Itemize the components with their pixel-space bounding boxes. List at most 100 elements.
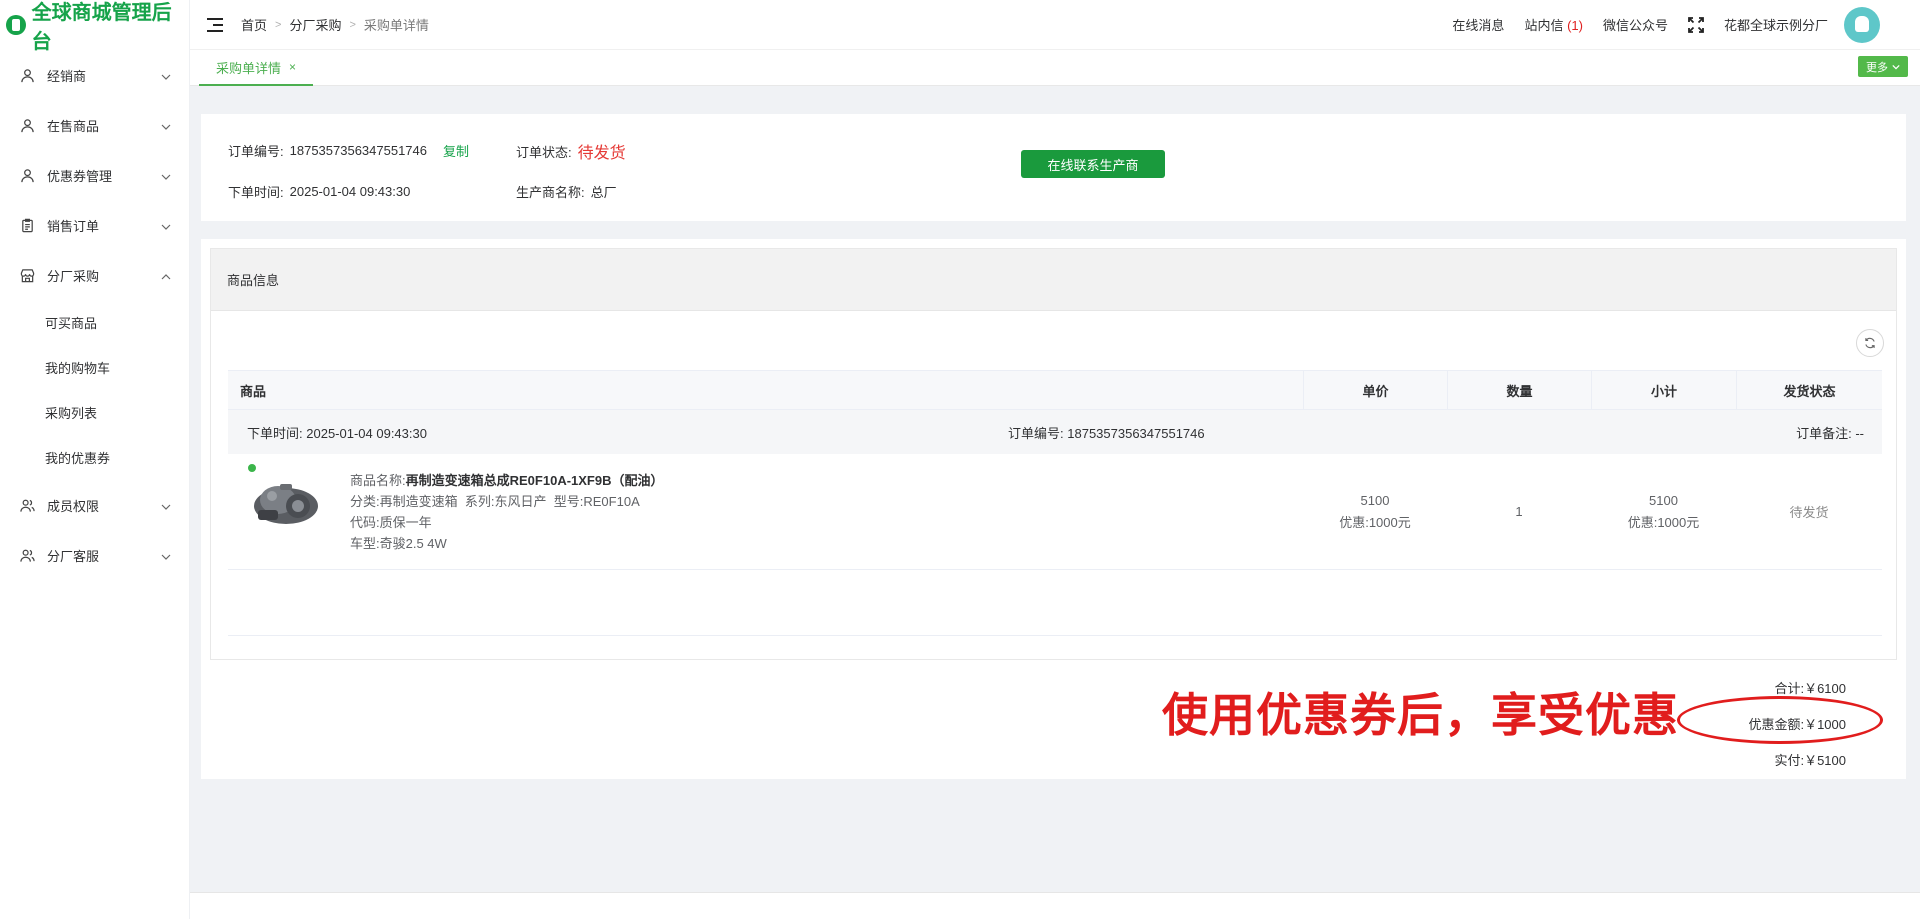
series-value: 东风日产 <box>494 494 547 509</box>
chevron-down-icon <box>161 550 171 560</box>
sidebar-item-label: 优惠券管理 <box>47 168 113 184</box>
maker-value: 总厂 <box>590 185 617 200</box>
sidebar-subitem-my-coupons[interactable]: 我的优惠券 <box>0 435 189 480</box>
tabs-bar: 采购单详情 × 更多 <box>190 50 1920 86</box>
menu-toggle-icon[interactable] <box>207 17 223 32</box>
order-time-row: 下单时间: 2025-01-04 09:43:30 <box>228 182 410 201</box>
user-icon <box>20 68 35 83</box>
online-message-link[interactable]: 在线消息 <box>1452 15 1504 34</box>
product-details: 商品名称:再制造变速箱总成RE0F10A-1XF9B（配油） 分类:再制造变速箱… <box>350 470 664 554</box>
order-status-value: 待发货 <box>577 145 626 162</box>
avatar[interactable] <box>1844 6 1880 43</box>
ship-status-cell: 待发货 <box>1736 454 1882 569</box>
fullscreen-icon[interactable] <box>1688 16 1704 33</box>
product-car-line: 车型:奇骏2.5 4W <box>350 533 664 554</box>
sidebar-item-coupon[interactable]: 优惠券管理 <box>0 150 189 200</box>
paid-amount: 实付:￥5100 <box>1774 753 1846 768</box>
product-code-line: 代码:质保一年 <box>350 512 664 533</box>
breadcrumb-branch-purchase[interactable]: 分厂采购 <box>289 15 341 34</box>
total-amount: 合计:￥6100 <box>1774 681 1846 696</box>
order-no-label: 订单编号: <box>228 144 284 159</box>
sidebar-item-label: 销售订单 <box>47 218 100 234</box>
table-header: 商品 单价 数量 小计 发货状态 <box>228 370 1882 410</box>
app-title: 全球商城管理后台 <box>31 2 172 53</box>
refresh-button[interactable] <box>1856 329 1884 357</box>
product-name-label: 商品名称: <box>350 473 406 488</box>
sidebar-item-on-sale[interactable]: 在售商品 <box>0 100 189 150</box>
chevron-down-icon <box>1892 63 1900 71</box>
ship-status: 待发货 <box>1789 505 1829 520</box>
column-header-price: 单价 <box>1303 371 1447 409</box>
sidebar-subitem-cart[interactable]: 我的购物车 <box>0 345 189 390</box>
order-status-row: 订单状态: 待发货 <box>516 139 626 163</box>
code-label: 代码: <box>350 515 380 530</box>
inbox-label: 站内信 <box>1524 18 1564 33</box>
refresh-icon <box>1864 337 1876 349</box>
column-header-qty: 数量 <box>1447 371 1591 409</box>
model-value: RE0F10A <box>583 494 640 509</box>
logo[interactable]: 全球商城管理后台 <box>0 0 189 53</box>
header-actions: 在线消息 站内信 (1) 微信公众号 花都全球示例分厂 <box>1432 6 1920 43</box>
top-header: 首页 > 分厂采购 > 采购单详情 在线消息 站内信 (1) 微信公众号 花都全… <box>190 0 1920 50</box>
column-header-subtotal: 小计 <box>1591 371 1736 409</box>
chevron-up-icon <box>161 270 171 280</box>
sidebar-item-service[interactable]: 分厂客服 <box>0 530 189 580</box>
product-name[interactable]: 再制造变速箱总成RE0F10A-1XF9B（配油） <box>406 473 664 488</box>
breadcrumb-separator-icon: > <box>275 18 282 31</box>
table-row: 商品名称:再制造变速箱总成RE0F10A-1XF9B（配油） 分类:再制造变速箱… <box>228 454 1882 570</box>
sidebar-menu: 经销商 在售商品 优惠券管理 销售订单 分厂采购 可买商品 我的购物车 采购列表 <box>0 50 189 580</box>
order-group-row: 下单时间: 2025-01-04 09:43:30 订单编号: 18753573… <box>228 410 1882 454</box>
group-order-no: 订单编号: 1875357356347551746 <box>1008 423 1205 442</box>
order-time-value: 2025-01-04 09:43:30 <box>289 184 411 199</box>
subtotal-cell: 5100 优惠:1000元 <box>1591 454 1736 569</box>
user-name[interactable]: 花都全球示例分厂 <box>1724 15 1828 34</box>
contact-maker-button[interactable]: 在线联系生产商 <box>1021 150 1165 178</box>
users-icon <box>20 548 35 563</box>
breadcrumb-home[interactable]: 首页 <box>241 15 267 34</box>
car-value: 奇骏2.5 4W <box>379 536 447 551</box>
users-icon <box>20 498 35 513</box>
inbox-link[interactable]: 站内信 (1) <box>1524 15 1583 34</box>
sidebar: 全球商城管理后台 经销商 在售商品 优惠券管理 销售订单 分厂采购 可买商品 我… <box>0 0 190 919</box>
chevron-down-icon <box>161 500 171 510</box>
sidebar-item-label: 在售商品 <box>47 118 100 134</box>
order-status-label: 订单状态: <box>516 144 572 160</box>
sidebar-subitem-purchase-list[interactable]: 采购列表 <box>0 390 189 435</box>
more-label: 更多 <box>1866 61 1888 74</box>
model-label: 型号: <box>553 494 584 509</box>
unit-discount: 优惠:1000元 <box>1339 514 1411 530</box>
wechat-link[interactable]: 微信公众号 <box>1603 15 1668 34</box>
car-label: 车型: <box>350 536 380 551</box>
sidebar-item-sales-order[interactable]: 销售订单 <box>0 200 189 250</box>
tab-purchase-detail[interactable]: 采购单详情 × <box>199 50 314 86</box>
chevron-down-icon <box>161 220 171 230</box>
submenu-branch-purchase: 可买商品 我的购物车 采购列表 我的优惠券 <box>0 300 189 480</box>
breadcrumb: 首页 > 分厂采购 > 采购单详情 <box>241 15 429 34</box>
product-image[interactable] <box>250 476 322 528</box>
sidebar-subitem-buyable[interactable]: 可买商品 <box>0 300 189 345</box>
sidebar-item-members[interactable]: 成员权限 <box>0 480 189 530</box>
breadcrumb-separator-icon: > <box>349 18 356 31</box>
promo-annotation: 使用优惠券后，享受优惠 <box>1162 689 1679 741</box>
category-label: 分类: <box>350 494 380 509</box>
order-time-label: 下单时间: <box>228 185 284 200</box>
code-value: 质保一年 <box>379 515 432 530</box>
sidebar-item-branch-purchase[interactable]: 分厂采购 <box>0 250 189 300</box>
tab-label: 采购单详情 <box>216 60 282 76</box>
copy-link[interactable]: 复制 <box>443 141 469 160</box>
group-no-label: 订单编号: <box>1008 425 1064 441</box>
goods-table: 商品 单价 数量 小计 发货状态 下单时间: 2025-01-04 09:43:… <box>228 370 1882 636</box>
main-content: 订单编号: 1875357356347551746 复制 订单状态: 待发货 下… <box>190 86 1920 892</box>
sidebar-item-label: 经销商 <box>47 68 87 84</box>
order-info-card: 订单编号: 1875357356347551746 复制 订单状态: 待发货 下… <box>201 114 1906 221</box>
category-value: 再制造变速箱 <box>379 494 458 509</box>
more-button[interactable]: 更多 <box>1858 56 1908 77</box>
column-header-ship-status: 发货状态 <box>1736 371 1882 409</box>
price-cell: 5100 优惠:1000元 <box>1303 454 1447 569</box>
subtotal: 5100 <box>1649 492 1678 508</box>
sidebar-item-dealer[interactable]: 经销商 <box>0 50 189 100</box>
quantity: 1 <box>1515 504 1523 519</box>
group-no-value: 1875357356347551746 <box>1067 425 1205 441</box>
product-name-line: 商品名称:再制造变速箱总成RE0F10A-1XF9B（配油） <box>350 470 664 491</box>
close-icon[interactable]: × <box>289 60 296 74</box>
